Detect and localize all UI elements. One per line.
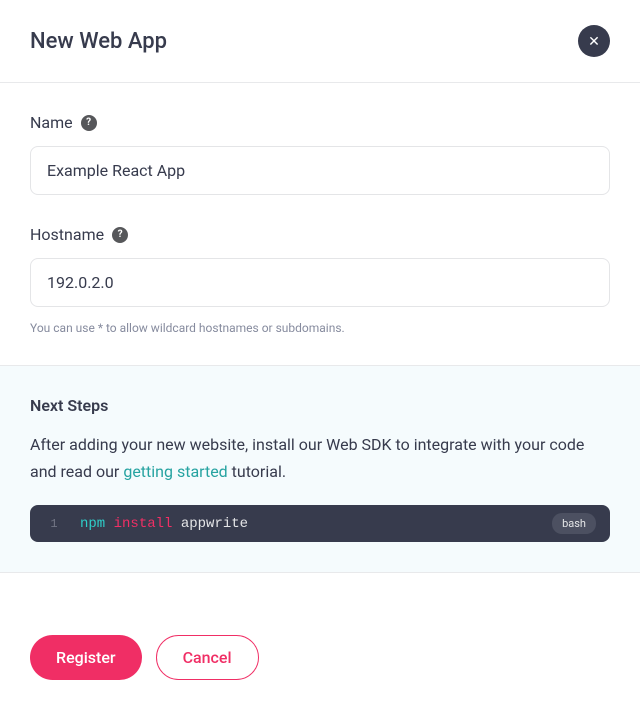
next-steps-text: After adding your new website, install o…	[30, 431, 610, 485]
next-steps-text-before: After adding your new website, install o…	[30, 435, 584, 481]
code-line-number: 1	[38, 517, 70, 531]
next-steps-title: Next Steps	[30, 396, 610, 415]
cancel-button[interactable]: Cancel	[156, 635, 259, 680]
modal-header: New Web App ✕	[0, 0, 640, 83]
code-pkg: appwrite	[181, 516, 248, 532]
help-icon[interactable]: ?	[112, 227, 128, 243]
getting-started-link[interactable]: getting started	[123, 462, 227, 481]
hostname-helper-text: You can use * to allow wildcard hostname…	[30, 321, 610, 335]
name-label: Name	[30, 113, 73, 132]
code-cmd: npm	[80, 516, 105, 532]
hostname-label-row: Hostname ?	[30, 225, 610, 244]
register-button[interactable]: Register	[30, 635, 142, 680]
name-label-row: Name ?	[30, 113, 610, 132]
modal-content: Name ? Hostname ? You can use * to allow…	[0, 83, 640, 607]
new-web-app-modal: New Web App ✕ Name ? Hostname ? You can …	[0, 0, 640, 708]
modal-title: New Web App	[30, 29, 167, 54]
help-icon[interactable]: ?	[81, 115, 97, 131]
modal-footer: Register Cancel	[0, 607, 640, 708]
next-steps-section: Next Steps After adding your new website…	[0, 365, 640, 573]
language-badge: bash	[552, 513, 596, 534]
hostname-field-group: Hostname ? You can use * to allow wildca…	[30, 225, 610, 335]
close-icon: ✕	[588, 33, 600, 50]
next-steps-text-after: tutorial.	[228, 462, 286, 481]
hostname-label: Hostname	[30, 225, 104, 244]
form-section: Name ? Hostname ? You can use * to allow…	[0, 83, 640, 365]
code-action: install	[114, 516, 173, 532]
name-field-group: Name ?	[30, 113, 610, 195]
code-content: npm install appwrite	[70, 516, 552, 532]
name-input[interactable]	[30, 146, 610, 195]
hostname-input[interactable]	[30, 258, 610, 307]
close-button[interactable]: ✕	[578, 25, 610, 57]
code-block: 1 npm install appwrite bash	[30, 505, 610, 542]
